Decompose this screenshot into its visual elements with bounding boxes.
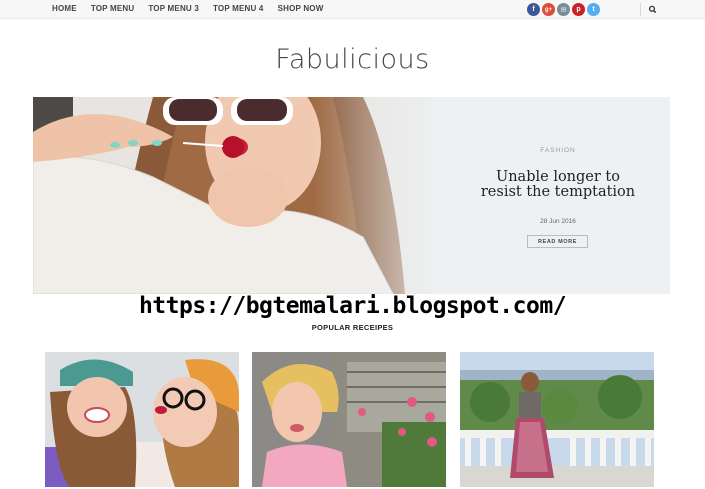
site-logo[interactable]: Fabulicious — [0, 44, 705, 75]
watermark-text: https://bgtemalari.blogspot.com/ — [138, 293, 567, 319]
menu-item-top-menu-4[interactable]: TOP MENU 4 — [213, 4, 264, 13]
menu-item-top-menu[interactable]: TOP MENU — [91, 4, 135, 13]
top-navigation-bar: HOME TOP MENU TOP MENU 3 TOP MENU 4 SHOP… — [0, 0, 705, 19]
read-more-button[interactable]: READ MORE — [527, 235, 588, 248]
social-links: f g+ ✉ p t — [527, 3, 602, 16]
facebook-icon[interactable]: f — [527, 3, 540, 16]
featured-slide[interactable]: FASHION Unable longer to resist the temp… — [33, 97, 670, 294]
twitter-icon[interactable]: t — [587, 3, 600, 16]
pinterest-icon[interactable]: p — [572, 3, 585, 16]
recipe-card[interactable] — [45, 352, 239, 487]
card-image — [460, 352, 654, 487]
category-label[interactable]: FASHION — [478, 147, 638, 154]
card-image — [252, 352, 446, 487]
menu-item-shop-now[interactable]: SHOP NOW — [278, 4, 324, 13]
image-fade — [313, 97, 463, 294]
section-title: POPULAR RECEIPES — [311, 323, 394, 332]
post-date: 28 Jun 2016 — [540, 218, 576, 225]
main-menu: HOME TOP MENU TOP MENU 3 TOP MENU 4 SHOP… — [52, 4, 337, 13]
recipe-card[interactable] — [252, 352, 446, 487]
email-icon[interactable]: ✉ — [557, 3, 570, 16]
google-plus-icon[interactable]: g+ — [542, 3, 555, 16]
divider — [640, 3, 641, 16]
search-icon[interactable] — [646, 3, 660, 16]
recipe-card[interactable] — [460, 352, 654, 487]
menu-item-top-menu-3[interactable]: TOP MENU 3 — [148, 4, 199, 13]
card-image — [45, 352, 239, 487]
post-title[interactable]: Unable longer to resist the temptation — [478, 170, 638, 200]
menu-item-home[interactable]: HOME — [52, 4, 77, 13]
